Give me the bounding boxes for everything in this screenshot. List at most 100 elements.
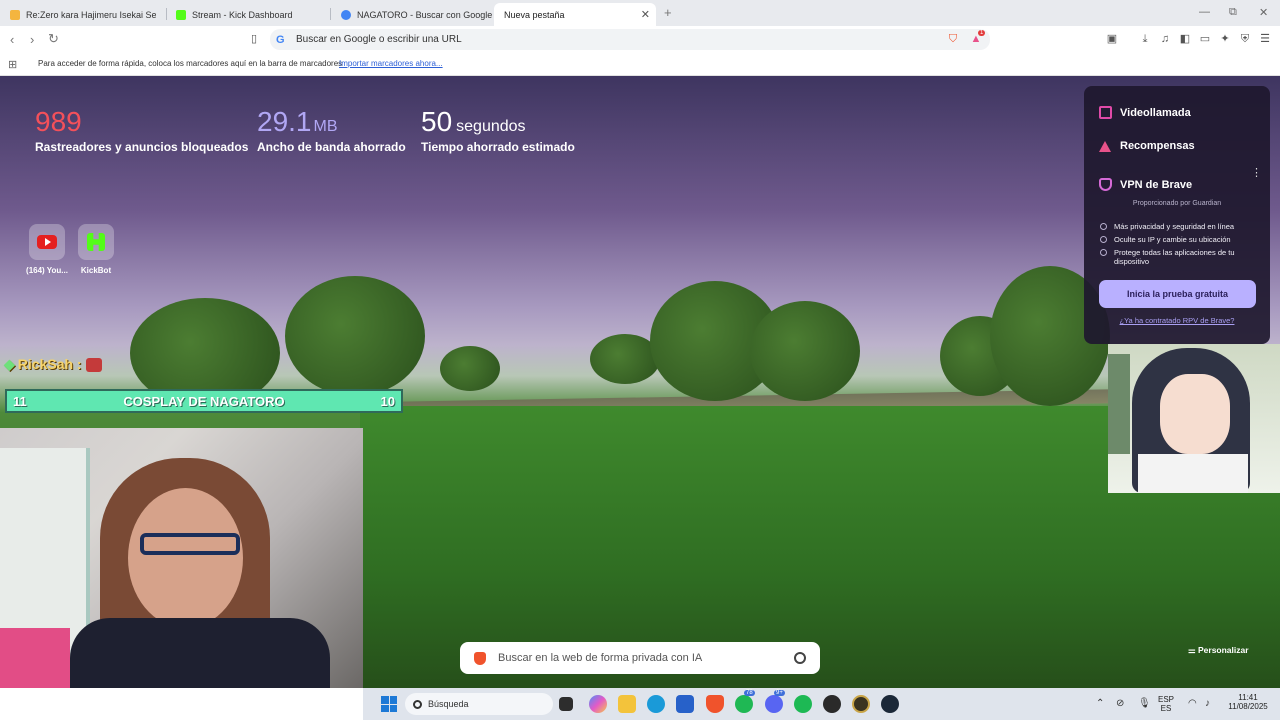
- vpn-title: VPN de Brave: [1120, 178, 1193, 191]
- language-bottom: ES: [1160, 704, 1172, 713]
- tab-title: Re:Zero kara Hajimeru Isekai Seikatsu: [26, 9, 156, 20]
- tab-search-icon[interactable]: ▣: [1106, 33, 1118, 45]
- customize-label: Personalizar: [1197, 645, 1249, 655]
- copilot-icon[interactable]: [589, 695, 607, 713]
- stream-goal-bar: 11 COSPLAY DE NAGATORO 10: [5, 389, 403, 413]
- search-placeholder: Buscar en la web de forma privada con IA: [498, 652, 703, 664]
- forward-icon[interactable]: ›: [30, 32, 34, 47]
- close-window-icon[interactable]: ✕: [1259, 6, 1268, 19]
- restore-icon[interactable]: ⧉: [1229, 6, 1237, 19]
- check-icon: [1100, 223, 1107, 230]
- chat-badge-icon: ◆: [4, 356, 15, 372]
- obs-icon[interactable]: [823, 695, 841, 713]
- address-bar[interactable]: G Buscar en Google o escribir una URL: [270, 29, 990, 50]
- feature-text: Oculte su IP y cambie su ubicación: [1114, 235, 1231, 244]
- goal-target: 10: [380, 393, 395, 409]
- stat-number: 29.1: [257, 106, 312, 137]
- stat-label: Rastreadores y anuncios bloqueados: [35, 140, 249, 154]
- reload-icon[interactable]: ↻: [48, 31, 59, 47]
- google-icon: G: [276, 33, 285, 46]
- leo-ai-icon[interactable]: ✦: [1219, 33, 1231, 45]
- close-tab-icon[interactable]: ✕: [641, 8, 650, 21]
- new-tab-button[interactable]: +: [664, 5, 672, 20]
- powered-by-guardian: Proporcionado por Guardian: [1132, 200, 1222, 207]
- rewards-item[interactable]: Recompensas: [1099, 140, 1195, 152]
- rewards-triangle-icon: [1099, 140, 1111, 152]
- taskbar-search[interactable]: Búsqueda: [405, 693, 553, 715]
- chat-username: RickSah :: [17, 356, 82, 372]
- windows-start-icon[interactable]: [381, 696, 397, 712]
- anime-board: [1108, 354, 1130, 454]
- shortcut-youtube[interactable]: (164) You...: [22, 224, 72, 275]
- apps-grid-icon[interactable]: ⊞: [8, 58, 17, 71]
- search-icon[interactable]: [794, 652, 806, 664]
- customize-button[interactable]: ⚌ Personalizar: [1188, 645, 1249, 656]
- background-tree: [285, 276, 425, 396]
- private-ai-search-box[interactable]: Buscar en la web de forma privada con IA: [460, 642, 820, 674]
- spotify-icon[interactable]: [794, 695, 812, 713]
- new-tab-page: 989 Rastreadores y anuncios bloqueados 2…: [0, 76, 1280, 688]
- clock[interactable]: 11:41 11/08/2025: [1221, 693, 1275, 711]
- webcam-pink-object: [0, 628, 70, 688]
- wifi-icon[interactable]: ◠: [1188, 698, 1197, 709]
- task-view-icon[interactable]: [559, 697, 573, 711]
- steam-icon[interactable]: [881, 695, 899, 713]
- vpn-feature: Oculte su IP y cambie su ubicación: [1100, 235, 1260, 244]
- tab-new-tab[interactable]: Nueva pestaña ✕: [494, 3, 656, 26]
- background-tree: [440, 346, 500, 391]
- tab-rezero[interactable]: Re:Zero kara Hajimeru Isekai Seikatsu: [0, 3, 165, 26]
- store-icon[interactable]: [676, 695, 694, 713]
- back-icon[interactable]: ‹: [10, 32, 14, 47]
- feature-text: Más privacidad y seguridad en línea: [1114, 222, 1235, 231]
- language-indicator[interactable]: ESP ES: [1158, 695, 1174, 713]
- media-icon[interactable]: ♫: [1159, 33, 1171, 45]
- brave-icon[interactable]: [706, 695, 724, 713]
- tab-title: NAGATORO - Buscar con Google: [357, 9, 493, 20]
- google-favicon-icon: [341, 9, 351, 20]
- more-options-icon[interactable]: ⋮: [1251, 166, 1262, 179]
- shortcut-tile[interactable]: [78, 224, 114, 260]
- already-subscribed-link[interactable]: ¿Ya ha contratado RPV de Brave?: [1084, 316, 1270, 325]
- wallet-icon[interactable]: ▭: [1199, 33, 1211, 45]
- vpn-feature: Protege todas las aplicaciones de tu dis…: [1100, 248, 1260, 266]
- volume-icon[interactable]: ♪: [1205, 698, 1210, 709]
- import-bookmarks-link[interactable]: Importar marcadores ahora...: [339, 59, 443, 68]
- shortcut-tile[interactable]: [29, 224, 65, 260]
- menu-icon[interactable]: ☰: [1259, 33, 1271, 45]
- show-hidden-icons-icon[interactable]: ⌃: [1096, 698, 1104, 709]
- streamer-webcam: [0, 428, 363, 688]
- minimize-icon[interactable]: —: [1199, 6, 1210, 18]
- background-tree: [750, 301, 860, 401]
- stat-number: 989: [35, 106, 82, 137]
- bookmarks-hint: Para acceder de forma rápida, coloca los…: [38, 59, 343, 68]
- edge-icon[interactable]: [647, 695, 665, 713]
- check-icon: [1100, 236, 1107, 243]
- tab-title: Nueva pestaña: [504, 9, 565, 20]
- start-free-trial-button[interactable]: Inicia la prueba gratuita: [1099, 280, 1256, 308]
- microphone-icon[interactable]: 🎙: [1138, 698, 1151, 709]
- search-icon: [413, 699, 422, 709]
- rewards-label: Recompensas: [1120, 140, 1195, 152]
- shortcut-kickbot[interactable]: KickBot: [71, 224, 121, 275]
- sidebar-icon[interactable]: ◧: [1179, 33, 1191, 45]
- tab-kick-dashboard[interactable]: Stream - Kick Dashboard: [166, 3, 330, 26]
- goal-current: 11: [13, 393, 27, 409]
- vpn-icon[interactable]: ⛨: [1239, 33, 1251, 45]
- whatsapp-icon[interactable]: [735, 695, 753, 713]
- bookmark-icon[interactable]: ▯: [248, 33, 260, 45]
- vpn-item[interactable]: VPN de Brave: [1099, 178, 1192, 191]
- shortcut-label: (164) You...: [26, 266, 68, 275]
- brave-shields-icon[interactable]: ⛉: [947, 33, 959, 45]
- discord-icon[interactable]: [765, 695, 783, 713]
- file-explorer-icon[interactable]: [618, 695, 636, 713]
- tab-google-search[interactable]: NAGATORO - Buscar con Google: [331, 3, 493, 26]
- download-icon[interactable]: ⤓: [1139, 33, 1151, 45]
- videocall-item[interactable]: Videollamada: [1099, 106, 1191, 119]
- vpn-shield-icon: [1099, 178, 1112, 191]
- check-icon: [1100, 249, 1107, 256]
- kickbot-icon: [87, 233, 105, 251]
- videocall-label: Videollamada: [1120, 106, 1191, 119]
- sliders-icon: ⚌: [1188, 645, 1198, 655]
- app-icon[interactable]: [852, 695, 870, 713]
- network-icon[interactable]: ⊘: [1116, 698, 1124, 709]
